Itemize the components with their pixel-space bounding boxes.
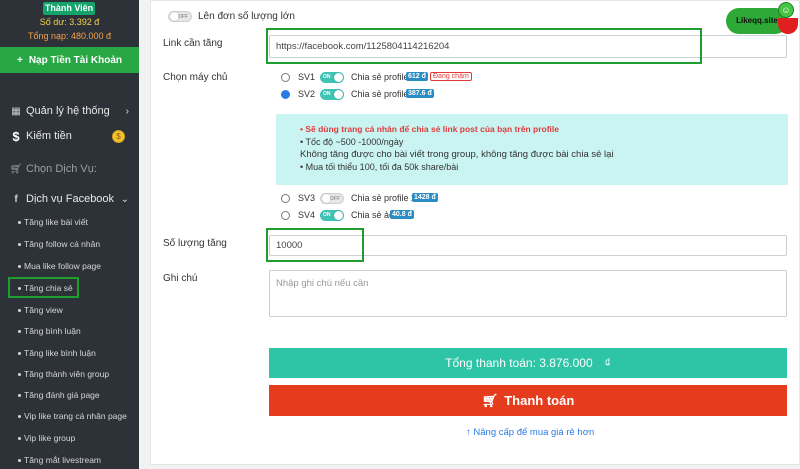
submenu-item[interactable]: Tăng like bình luận [18, 348, 96, 358]
quantity-highlight [266, 228, 364, 262]
bullet-icon [18, 221, 21, 225]
bullet-icon [18, 459, 21, 463]
total-text: Tổng thanh toán: 3.876.000 [445, 356, 593, 370]
slow-badge: Đang chậm [430, 72, 472, 81]
server-toggle: OFF [320, 193, 344, 204]
select-service-heading: 🛒︎ Chọn Dịch Vụ: [0, 159, 139, 179]
deposit-button-label: Nạp Tiền Tài Khoản [28, 54, 122, 66]
pay-button-label: Thanh toán [504, 393, 575, 408]
submenu-item[interactable]: Tăng follow cá nhân [18, 239, 100, 249]
section-label: Chọn Dịch Vụ: [26, 163, 97, 175]
server-radio-sv2[interactable] [281, 90, 290, 99]
price-badge: 612 đ [406, 72, 428, 81]
info-speed: • Tốc độ ~500 -1000/ngày [300, 137, 404, 147]
info-restriction: Không tăng được cho bài viết trong group… [300, 149, 614, 160]
info-limits: • Mua tối thiểu 100, tối đa 50k share/bà… [300, 162, 459, 172]
cart-icon: 🛒︎ [481, 392, 499, 408]
submenu-item[interactable]: Tăng bình luận [18, 326, 81, 336]
deposit-button[interactable]: + Nạp Tiền Tài Khoản [0, 47, 139, 73]
quantity-label: Số lượng tăng [163, 238, 227, 249]
bulk-order-toggle[interactable]: OFF [168, 11, 192, 22]
server-toggle: ON [320, 72, 344, 83]
link-label: Link cần tăng [163, 38, 223, 49]
bullet-icon [18, 243, 21, 247]
server-toggle: ON [320, 89, 344, 100]
bullet-icon [18, 265, 21, 269]
chevron-right-icon: › [125, 105, 129, 117]
server-radio-sv1[interactable] [281, 73, 290, 82]
server-label: Chọn máy chủ [163, 72, 228, 83]
total-deposit-text: Tổng nạp: 480.000 đ [27, 31, 112, 41]
balance-text: Số dư: 3.392 đ [39, 17, 100, 27]
sidebar: Thành Viên Số dư: 3.392 đ Tổng nạp: 480.… [0, 0, 139, 469]
bullet-icon [18, 309, 21, 313]
link-highlight [266, 28, 702, 64]
price-badge: 40.8 đ [390, 210, 414, 219]
sidebar-item-label: Dịch vụ Facebook [26, 193, 115, 205]
server-radio-sv4[interactable] [281, 211, 290, 220]
server-name: Chia sẻ ảo [351, 210, 395, 220]
sidebar-item-label: Kiếm tiền [26, 130, 72, 142]
submenu-item[interactable]: Tăng mắt livestream [18, 455, 101, 465]
total-payment-bar: Tổng thanh toán: 3.876.000 ₫ [269, 348, 787, 378]
grid-icon: ▦ [11, 105, 21, 117]
smiley-icon: ☺ [778, 2, 794, 18]
chevron-down-icon: ⌄ [120, 193, 129, 205]
facebook-icon: f [14, 193, 18, 205]
price-badge: 1428 đ [412, 193, 438, 202]
server-radio-sv3[interactable] [281, 194, 290, 203]
server-name: Chia sẻ profile [351, 72, 409, 82]
server-code: SV3 [298, 193, 316, 203]
server-code: SV4 [298, 210, 316, 220]
server-code: SV2 [298, 89, 316, 99]
sidebar-item-label: Quản lý hệ thống [26, 105, 110, 117]
upgrade-link[interactable]: ↑ Nâng cấp để mua giá rẻ hơn [0, 427, 800, 438]
pay-button[interactable]: 🛒︎ Thanh toán [269, 385, 787, 416]
note-textarea[interactable]: Nhập ghi chú nếu cần [269, 270, 787, 317]
submenu-item[interactable]: Tăng thành viên group [18, 369, 109, 379]
currency-symbol: ₫ [604, 356, 611, 370]
sidebar-item-earn[interactable]: $ Kiếm tiền $ [0, 126, 139, 146]
price-badge: 387.6 đ [406, 89, 434, 98]
member-badge: Thành Viên [43, 2, 95, 15]
server-toggle: ON [320, 210, 344, 221]
active-item-highlight [8, 277, 79, 298]
bulk-order-label: Lên đơn số lượng lớn [198, 11, 295, 22]
server-code: SV1 [298, 72, 316, 82]
server-name: Chia sẻ profile 2 [351, 193, 417, 203]
bullet-icon [18, 330, 21, 334]
submenu-item[interactable]: Mua like follow page [18, 261, 101, 271]
server-name: Chia sẻ profile [351, 89, 409, 99]
bullet-icon [18, 394, 21, 398]
sidebar-item-facebook[interactable]: f Dịch vụ Facebook ⌄ [0, 189, 139, 209]
note-label: Ghi chú [163, 273, 198, 284]
cart-icon: 🛒︎ [9, 163, 23, 175]
submenu-item[interactable]: Tăng view [18, 305, 63, 315]
plus-icon: + [16, 54, 23, 66]
bullet-icon [18, 415, 21, 419]
submenu-item[interactable]: Tăng like bài viết [18, 217, 88, 227]
dollar-icon: $ [12, 128, 20, 144]
info-warning: • Sẽ dùng trang cá nhân để chia sẻ link … [300, 124, 559, 134]
submenu-item[interactable]: Vip like trang cá nhân page [18, 411, 127, 421]
bullet-icon [18, 373, 21, 377]
submenu-item[interactable]: Tăng đánh giá page [18, 390, 100, 400]
sidebar-item-system[interactable]: ▦ Quản lý hệ thống › [0, 101, 139, 121]
coin-icon: $ [112, 129, 125, 143]
bullet-icon [18, 352, 21, 356]
